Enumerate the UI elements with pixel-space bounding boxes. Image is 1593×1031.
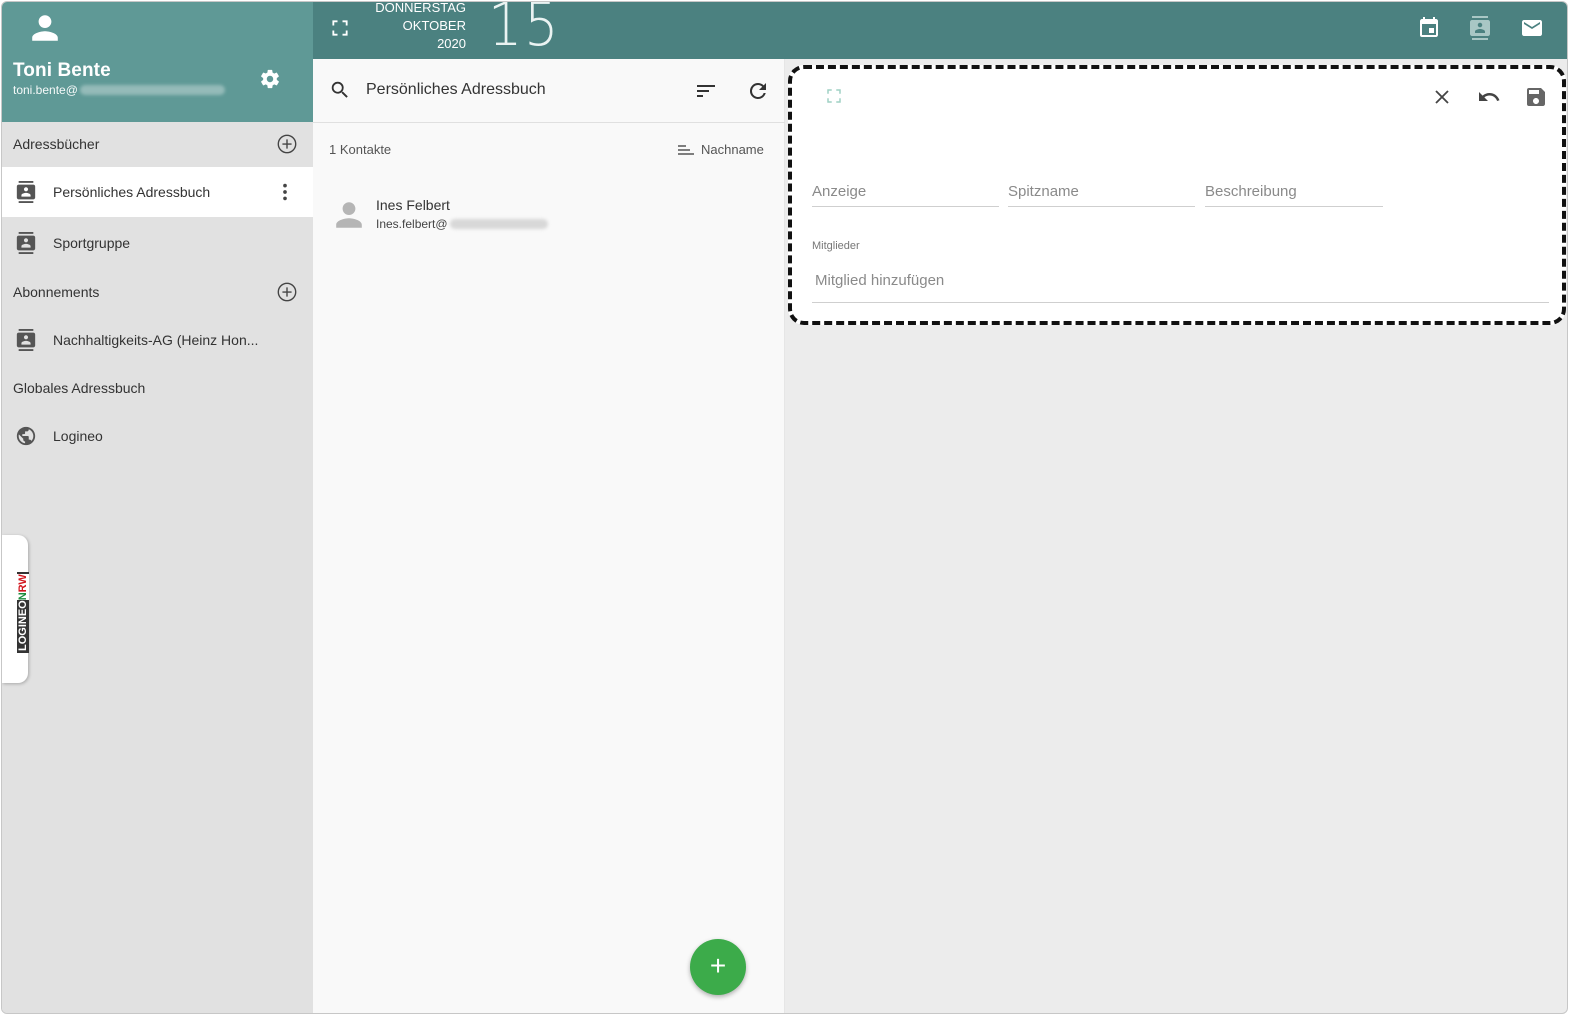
settings-gear-icon[interactable] (259, 68, 281, 90)
search-title: Persönliches Adressbuch (366, 81, 546, 98)
contacts-icon[interactable] (1468, 16, 1492, 40)
app-window: Toni Bente toni.bente@ Adressbücher Pers… (1, 1, 1568, 1014)
user-header: Toni Bente toni.bente@ (2, 2, 313, 122)
user-avatar-icon (32, 15, 58, 41)
description-field[interactable] (1205, 177, 1383, 205)
addressbook-icon (16, 329, 36, 351)
contact-email: Ines.felbert@ (376, 217, 548, 231)
mail-icon[interactable] (1520, 16, 1544, 40)
search-bar[interactable]: Persönliches Adressbuch (313, 59, 785, 123)
brand-n: N (17, 592, 29, 601)
brand-w: W (17, 574, 29, 585)
save-icon[interactable] (1524, 85, 1548, 109)
contact-email-prefix: Ines.felbert@ (376, 217, 448, 231)
search-icon[interactable] (329, 79, 351, 101)
contact-name: Ines Felbert (376, 197, 450, 213)
add-contact-button[interactable]: + (690, 939, 746, 995)
globe-icon (16, 426, 36, 446)
add-address-book-icon[interactable] (276, 133, 298, 155)
email-redaction (79, 85, 225, 95)
contact-count: 1 Kontakte (329, 142, 392, 157)
sort-order-icon (678, 144, 694, 155)
refresh-icon[interactable] (746, 79, 770, 103)
address-books-title: Adressbücher (13, 136, 100, 152)
undo-icon[interactable] (1477, 85, 1501, 109)
close-icon[interactable] (1430, 85, 1454, 109)
sort-label: Nachname (701, 142, 764, 157)
sidebar-item-label: Persönliches Adressbuch (53, 184, 211, 200)
nickname-field[interactable] (1008, 177, 1195, 205)
expand-icon[interactable] (825, 87, 843, 105)
logineo-nrw-tab[interactable]: LOGINEONRW (2, 535, 29, 683)
brand-r: R (17, 584, 29, 593)
user-email-prefix: toni.bente@ (13, 83, 78, 97)
sidebar-item-sportgruppe[interactable]: Sportgruppe (2, 218, 313, 268)
top-bar: DONNERSTAG OKTOBER 2020 15 (313, 1, 1567, 60)
email-redaction (449, 219, 548, 229)
addressbook-icon (16, 181, 36, 203)
display-name-field-wrap (812, 177, 999, 207)
sort-icon[interactable] (694, 79, 718, 103)
more-vert-icon[interactable] (274, 181, 296, 203)
sort-by-lastname[interactable]: Nachname (677, 142, 764, 157)
month: OKTOBER (402, 18, 466, 33)
display-name-field[interactable] (812, 177, 999, 205)
sidebar-item-label: Logineo (53, 428, 103, 444)
add-subscription-icon[interactable] (276, 281, 298, 303)
nickname-field-wrap (1008, 177, 1195, 207)
day-number: 15 (488, 1, 561, 60)
calendar-icon[interactable] (1417, 16, 1441, 40)
expand-icon[interactable] (330, 18, 350, 38)
sidebar-item-label: Sportgruppe (53, 235, 131, 251)
sidebar-item-label: Nachhaltigkeits-AG (Heinz Hon... (53, 332, 259, 348)
sidebar-item-logineo[interactable]: Logineo (2, 411, 313, 461)
description-field-wrap (1205, 177, 1383, 207)
weekday: DONNERSTAG (375, 1, 466, 15)
sidebar-item-personal-addressbook[interactable]: Persönliches Adressbuch (2, 167, 313, 217)
sidebar: Toni Bente toni.bente@ Adressbücher Pers… (2, 2, 313, 1013)
members-label: Mitglieder (812, 240, 860, 252)
year: 2020 (437, 36, 466, 51)
contact-avatar-icon (336, 202, 362, 228)
contact-list-item[interactable]: Ines Felbert Ines.felbert@ (313, 189, 785, 245)
member-input-wrap (812, 265, 1549, 303)
sidebar-item-subscription[interactable]: Nachhaltigkeits-AG (Heinz Hon... (2, 315, 313, 365)
user-email: toni.bente@ (13, 83, 225, 97)
global-addressbook-title: Globales Adressbuch (13, 380, 146, 396)
group-editor-panel: Mitglieder (788, 65, 1566, 325)
addressbook-icon (16, 232, 36, 254)
add-member-input[interactable] (812, 265, 1549, 295)
subscriptions-title: Abonnements (13, 284, 100, 300)
date-text: DONNERSTAG OKTOBER 2020 (363, 1, 466, 53)
logineo-nrw-logo: LOGINEONRW (17, 572, 29, 653)
brand-part1: LOGINEO (17, 600, 29, 651)
user-name: Toni Bente (13, 60, 111, 81)
contact-list-panel: Persönliches Adressbuch 1 Kontakte Nachn… (313, 59, 785, 1013)
